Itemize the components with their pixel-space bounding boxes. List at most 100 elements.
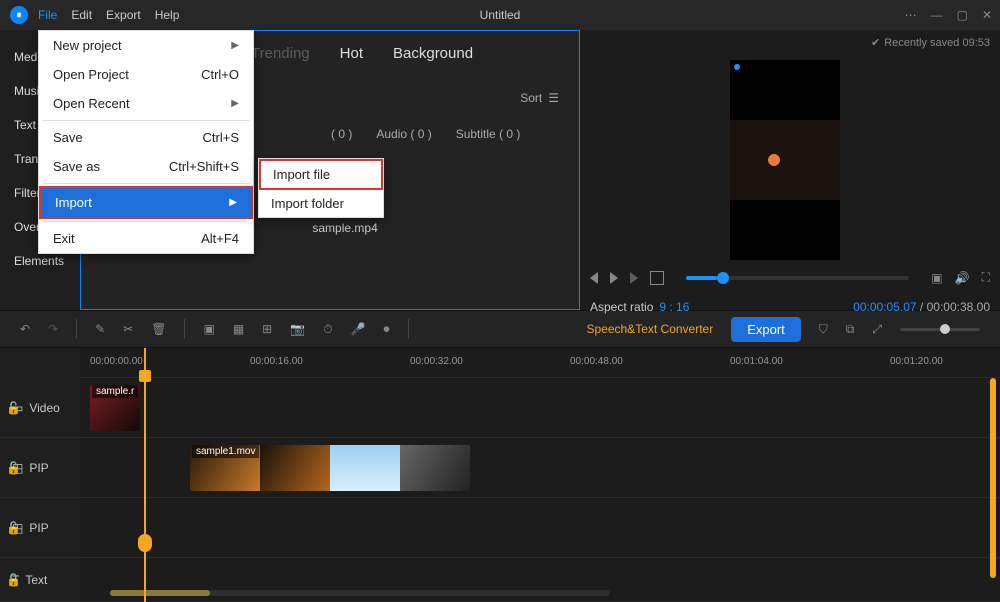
menu-save-as-label: Save as [53,159,100,174]
video-clip-1[interactable]: sample.r [90,385,140,431]
playhead[interactable] [144,348,146,602]
preview-video[interactable] [730,60,840,260]
menu-exit[interactable]: Exit Alt+F4 [39,224,253,253]
mosaic-tool-icon[interactable]: ▦ [233,322,244,336]
menu-open-recent[interactable]: Open Recent ▶ [39,89,253,118]
menu-help[interactable]: Help [155,8,180,22]
menu-save-shortcut: Ctrl+S [203,130,239,145]
zoom-slider[interactable] [900,328,980,331]
recently-saved-label: ✔ Recently saved 09:53 [871,36,990,49]
next-frame-button[interactable] [630,272,638,284]
ruler-tick: 00:01:20.00 [890,356,943,367]
audio-count[interactable]: Audio ( 0 ) [376,127,431,141]
pip-clip-1[interactable]: sample1.mov [190,445,470,491]
sort-icon: ☰ [548,91,559,105]
aspect-ratio-label: Aspect ratio [590,300,653,314]
aspect-ratio-value[interactable]: 9 : 16 [659,300,689,314]
lock-icon[interactable]: 🔓 [6,573,21,587]
fullscreen-button[interactable]: ⛶ [982,270,990,285]
crop-tool-icon[interactable]: ▣ [203,322,214,336]
menu-file[interactable]: File [38,8,57,22]
menu-save[interactable]: Save Ctrl+S [39,123,253,152]
fit-tool-icon[interactable]: ⤢ [872,322,882,337]
menu-save-as[interactable]: Save as Ctrl+Shift+S [39,152,253,181]
camera-tool-icon[interactable]: 📷 [290,322,305,336]
stop-button[interactable] [650,271,664,285]
tab-hot[interactable]: Hot [340,45,363,62]
pip-track-1[interactable]: 🔓 sample1.mov [80,438,1000,498]
record-tool-icon[interactable]: ⏺ [384,322,390,337]
app-logo: ⏸ [10,6,28,24]
menu-edit[interactable]: Edit [71,8,92,22]
menubar: File Edit Export Help [38,8,179,22]
export-button[interactable]: Export [731,317,801,342]
tab-trending[interactable]: Trending [251,45,310,62]
speech-text-converter-link[interactable]: Speech&Text Converter [586,322,713,336]
play-button[interactable] [610,272,618,284]
mic-tool-icon[interactable]: 🎤 [351,322,366,336]
chevron-right-icon: ▶ [231,98,239,109]
link-tool-icon[interactable]: ⧉ [846,322,855,337]
delete-tool-icon[interactable]: 🗑 [151,322,166,336]
track-video-text: Video [29,401,59,415]
preview-frame-image [730,120,840,200]
pip-track-2[interactable]: 🔓 [80,498,1000,558]
video-count[interactable]: ( 0 ) [331,127,352,141]
track-text-text: Text [25,573,47,587]
file-menu-dropdown: New project ▶ Open Project Ctrl+O Open R… [38,30,254,254]
prev-frame-button[interactable] [590,272,598,284]
menu-save-as-shortcut: Ctrl+Shift+S [169,159,239,174]
edit-tool-icon[interactable]: ✎ [95,322,105,336]
menu-save-label: Save [53,130,83,145]
close-button[interactable]: ✕ [982,8,992,22]
clip-label: sample1.mov [192,445,259,458]
undo-button[interactable]: ↶ [20,322,30,336]
timeline-horizontal-scrollbar[interactable] [110,590,610,596]
menu-import-folder[interactable]: Import folder [259,190,383,217]
check-icon: ✔ [871,36,880,49]
more-icon[interactable]: ⋯ [905,8,917,22]
video-track[interactable]: 🔓 sample.r [80,378,1000,438]
ruler-tick: 00:00:32.00 [410,356,463,367]
clock-tool-icon[interactable]: ⏱ [323,322,332,337]
menu-new-project[interactable]: New project ▶ [39,31,253,60]
minimize-button[interactable]: — [931,8,943,22]
split-tool-icon[interactable]: ⊞ [262,322,272,336]
menu-import-file[interactable]: Import file [259,159,383,190]
chevron-right-icon: ▶ [231,40,239,51]
timeline-vertical-scrollbar[interactable] [990,378,996,578]
clip-label: sample.r [92,385,138,398]
menu-import[interactable]: Import ▶ [39,186,253,219]
menu-open-project-shortcut: Ctrl+O [201,67,239,82]
tab-background[interactable]: Background [393,45,473,62]
ruler-tick: 00:00:00.00 [90,356,143,367]
ruler-tick: 00:00:48.00 [570,356,623,367]
ruler-tick: 00:01:04.00 [730,356,783,367]
subtitle-count[interactable]: Subtitle ( 0 ) [456,127,521,141]
menu-import-label: Import [55,195,92,210]
maximize-button[interactable]: ▢ [957,8,968,22]
lock-icon[interactable]: 🔓 [6,401,21,415]
menu-open-project[interactable]: Open Project Ctrl+O [39,60,253,89]
menu-new-project-label: New project [53,38,122,53]
timeline: ▭ Video ◳ PIP ◳ PIP T Text 00:00:00.00 0… [0,348,1000,602]
preview-seek-slider[interactable] [686,276,909,280]
saved-text: Recently saved 09:53 [884,37,990,49]
snapshot-button[interactable]: ▣ [931,271,942,285]
media-item-2[interactable]: sample.mp4 [312,221,377,235]
preview-panel: ✔ Recently saved 09:53 ▣ 🔊 ⛶ Aspect rati… [580,30,1000,310]
sort-button[interactable]: Sort ☰ [520,91,559,105]
volume-button[interactable]: 🔊 [955,271,970,285]
track-pip1-text: PIP [29,461,48,475]
record-dot-icon [734,64,740,70]
cut-tool-icon[interactable]: ✂ [123,322,133,336]
timeline-ruler[interactable]: 00:00:00.00 00:00:16.00 00:00:32.00 00:0… [80,348,1000,378]
shield-icon[interactable]: ⛉ [819,322,828,337]
menu-export[interactable]: Export [106,8,141,22]
menu-open-recent-label: Open Recent [53,96,130,111]
playhead-handle[interactable] [139,370,151,382]
redo-button[interactable]: ↷ [48,322,58,336]
lock-icon[interactable]: 🔓 [6,461,21,475]
playhead-razor-icon[interactable] [138,534,152,552]
lock-icon[interactable]: 🔓 [6,521,21,535]
